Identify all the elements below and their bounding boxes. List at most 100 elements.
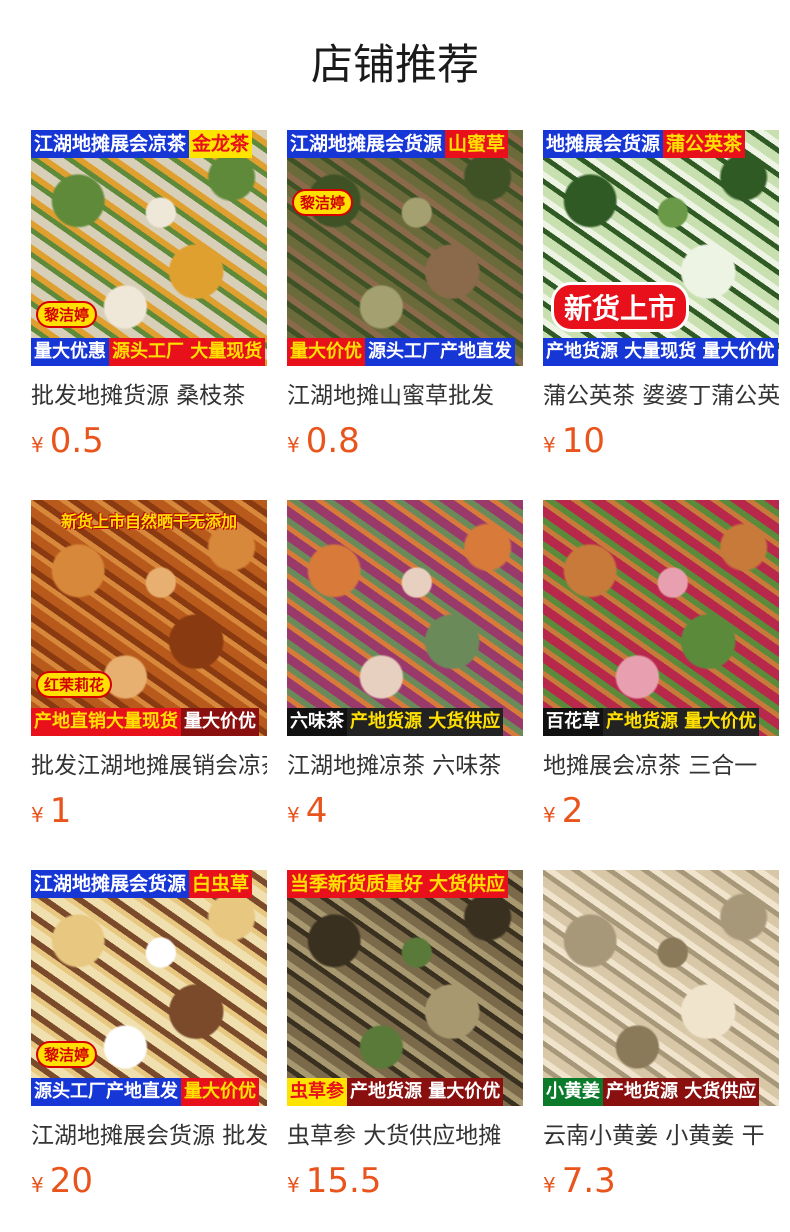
banner-text: 量大价优 bbox=[181, 708, 259, 736]
product-photo bbox=[287, 130, 523, 366]
watermark-stamp: 黎洁婷 bbox=[36, 1041, 98, 1068]
product-price: ¥2 bbox=[543, 790, 779, 832]
banner-text: 量大优惠 bbox=[31, 338, 109, 366]
product-name[interactable]: 江湖地摊山蜜草批发 bbox=[287, 380, 523, 412]
product-price: ¥0.8 bbox=[287, 420, 523, 462]
store-recommend-page: 店铺推荐 江湖地摊展会凉茶 金龙茶 黎洁婷 量大优惠 源头工厂 大量现货 批发地摊货源 桑… bbox=[0, 0, 790, 1232]
banner-text: 大货供应 bbox=[426, 870, 509, 898]
product-card[interactable]: 江湖地摊展会货源 山蜜草黎洁婷量大价优 源头工厂产地直发江湖地摊山蜜草批发 ¥0.8 bbox=[287, 130, 523, 462]
product-name[interactable]: 江湖地摊展会货源 批发 bbox=[31, 1120, 267, 1152]
product-image[interactable]: 当季新货质量好 大货供应 虫草参 产地货源 量大价优 bbox=[287, 870, 523, 1106]
product-card[interactable]: 地摊展会货源 蒲公英茶新货上市产地货源 大量现货 量大价优蒲公英茶 婆婆丁蒲公英 ¥… bbox=[543, 130, 779, 462]
image-bottom-banner: 产地直销大量现货 量大价优 bbox=[31, 708, 267, 736]
product-card[interactable]: 小黄姜 产地货源 大货供应云南小黄姜 小黄姜 干 ¥7.3 bbox=[543, 870, 779, 1202]
product-image[interactable]: 江湖地摊展会凉茶 金龙茶 黎洁婷 量大优惠 源头工厂 大量现货 bbox=[31, 130, 267, 366]
banner-text: 源头工厂 大量现货 bbox=[109, 338, 266, 366]
currency-symbol: ¥ bbox=[543, 803, 556, 827]
banner-text: 小黄姜 bbox=[543, 1078, 603, 1106]
product-price: ¥20 bbox=[31, 1160, 267, 1202]
banner-text: 源头工厂产地直发 bbox=[31, 1078, 181, 1106]
currency-symbol: ¥ bbox=[287, 433, 300, 457]
banner-text: 产地货源 大货供应 bbox=[603, 1078, 760, 1106]
banner-text: 产地货源 量大价优 bbox=[603, 708, 760, 736]
image-top-banner: 江湖地摊展会货源 山蜜草 bbox=[287, 130, 523, 158]
product-image[interactable]: 新货上市自然晒干无添加红茉莉花产地直销大量现货 量大价优 bbox=[31, 500, 267, 736]
image-bottom-banner: 量大价优 源头工厂产地直发 bbox=[287, 338, 523, 366]
product-price: ¥0.5 bbox=[31, 420, 267, 462]
product-name[interactable]: 江湖地摊凉茶 六味茶 bbox=[287, 750, 523, 782]
banner-text: 源头工厂产地直发 bbox=[365, 338, 515, 366]
banner-text: 江湖地摊展会货源 bbox=[31, 870, 190, 898]
product-card[interactable]: 江湖地摊展会货源 白虫草黎洁婷源头工厂产地直发 量大价优江湖地摊展会货源 批发 ¥20 bbox=[31, 870, 267, 1202]
price-value: 4 bbox=[305, 791, 328, 831]
product-image[interactable]: 江湖地摊展会货源 山蜜草黎洁婷量大价优 源头工厂产地直发 bbox=[287, 130, 523, 366]
watermark-stamp: 红茉莉花 bbox=[36, 671, 113, 698]
product-image[interactable]: 小黄姜 产地货源 大货供应 bbox=[543, 870, 779, 1106]
watermark-stamp: 黎洁婷 bbox=[292, 189, 354, 216]
currency-symbol: ¥ bbox=[287, 1173, 300, 1197]
product-name[interactable]: 地摊展会凉茶 三合一 bbox=[543, 750, 779, 782]
product-image[interactable]: 六味茶 产地货源 大货供应 bbox=[287, 500, 523, 736]
currency-symbol: ¥ bbox=[543, 1173, 556, 1197]
product-price: ¥10 bbox=[543, 420, 779, 462]
banner-text: 江湖地摊展会货源 bbox=[287, 130, 446, 158]
product-price: ¥1 bbox=[31, 790, 267, 832]
product-photo bbox=[287, 870, 523, 1106]
product-name[interactable]: 虫草参 大货供应地摊 bbox=[287, 1120, 523, 1152]
currency-symbol: ¥ bbox=[543, 433, 556, 457]
banner-text: 产地直销大量现货 bbox=[31, 708, 181, 736]
image-top-banner: 地摊展会货源 蒲公英茶 bbox=[543, 130, 779, 158]
image-top-banner: 江湖地摊展会凉茶 金龙茶 bbox=[31, 130, 267, 158]
product-card[interactable]: 六味茶 产地货源 大货供应江湖地摊凉茶 六味茶 ¥4 bbox=[287, 500, 523, 832]
image-caption: 新货上市自然晒干无添加 bbox=[60, 512, 237, 531]
banner-text: 白虫草 bbox=[189, 870, 253, 898]
price-value: 2 bbox=[561, 791, 584, 831]
banner-text: 产地货源 量大价优 bbox=[347, 1078, 504, 1106]
price-value: 0.8 bbox=[305, 421, 360, 461]
product-photo bbox=[543, 870, 779, 1106]
product-name[interactable]: 批发地摊货源 桑枝茶 bbox=[31, 380, 267, 412]
product-image[interactable]: 百花草 产地货源 量大价优 bbox=[543, 500, 779, 736]
product-card[interactable]: 江湖地摊展会凉茶 金龙茶 黎洁婷 量大优惠 源头工厂 大量现货批发地摊货源 桑枝茶 ¥0.… bbox=[31, 130, 267, 462]
banner-text: 蒲公英茶 bbox=[663, 130, 746, 158]
price-value: 1 bbox=[49, 791, 72, 831]
currency-symbol: ¥ bbox=[31, 803, 44, 827]
price-value: 7.3 bbox=[561, 1161, 616, 1201]
banner-text: 地摊展会货源 bbox=[543, 130, 664, 158]
currency-symbol: ¥ bbox=[31, 1173, 44, 1197]
banner-text: 金龙茶 bbox=[189, 130, 253, 158]
price-value: 0.5 bbox=[49, 421, 104, 461]
currency-symbol: ¥ bbox=[287, 803, 300, 827]
product-photo bbox=[543, 500, 779, 736]
currency-symbol: ¥ bbox=[31, 433, 44, 457]
image-bottom-banner: 六味茶 产地货源 大货供应 bbox=[287, 708, 523, 736]
product-card[interactable]: 新货上市自然晒干无添加红茉莉花产地直销大量现货 量大价优批发江湖地摊展销会凉茶 ¥1 bbox=[31, 500, 267, 832]
image-bottom-banner: 小黄姜 产地货源 大货供应 bbox=[543, 1078, 779, 1106]
product-photo bbox=[31, 870, 267, 1106]
image-bottom-banner: 量大优惠 源头工厂 大量现货 bbox=[31, 338, 267, 366]
product-image[interactable]: 地摊展会货源 蒲公英茶新货上市产地货源 大量现货 量大价优 bbox=[543, 130, 779, 366]
product-name[interactable]: 云南小黄姜 小黄姜 干 bbox=[543, 1120, 779, 1152]
product-price: ¥15.5 bbox=[287, 1160, 523, 1202]
image-bottom-banner: 百花草 产地货源 量大价优 bbox=[543, 708, 779, 736]
product-name[interactable]: 蒲公英茶 婆婆丁蒲公英 bbox=[543, 380, 779, 412]
banner-text: 百花草 bbox=[543, 708, 603, 736]
banner-text: 产地货源 大货供应 bbox=[347, 708, 504, 736]
banner-text: 六味茶 bbox=[287, 708, 347, 736]
price-value: 20 bbox=[49, 1161, 93, 1201]
image-bottom-banner: 产地货源 大量现货 量大价优 bbox=[543, 338, 779, 366]
image-top-banner: 江湖地摊展会货源 白虫草 bbox=[31, 870, 267, 898]
section-title: 店铺推荐 bbox=[310, 40, 479, 89]
price-value: 15.5 bbox=[305, 1161, 382, 1201]
product-name[interactable]: 批发江湖地摊展销会凉茶 bbox=[31, 750, 267, 782]
product-photo bbox=[31, 130, 267, 366]
banner-text: 产地货源 大量现货 量大价优 bbox=[543, 338, 778, 366]
banner-text: 虫草参 bbox=[287, 1078, 347, 1106]
banner-text: 量大价优 bbox=[181, 1078, 259, 1106]
product-card[interactable]: 百花草 产地货源 量大价优地摊展会凉茶 三合一 ¥2 bbox=[543, 500, 779, 832]
product-image[interactable]: 江湖地摊展会货源 白虫草黎洁婷源头工厂产地直发 量大价优 bbox=[31, 870, 267, 1106]
product-price: ¥4 bbox=[287, 790, 523, 832]
banner-text: 量大价优 bbox=[287, 338, 365, 366]
product-card[interactable]: 当季新货质量好 大货供应 虫草参 产地货源 量大价优 虫草参 大货供应地摊 ¥15.5 bbox=[287, 870, 523, 1202]
new-arrival-badge: 新货上市 bbox=[551, 282, 690, 332]
